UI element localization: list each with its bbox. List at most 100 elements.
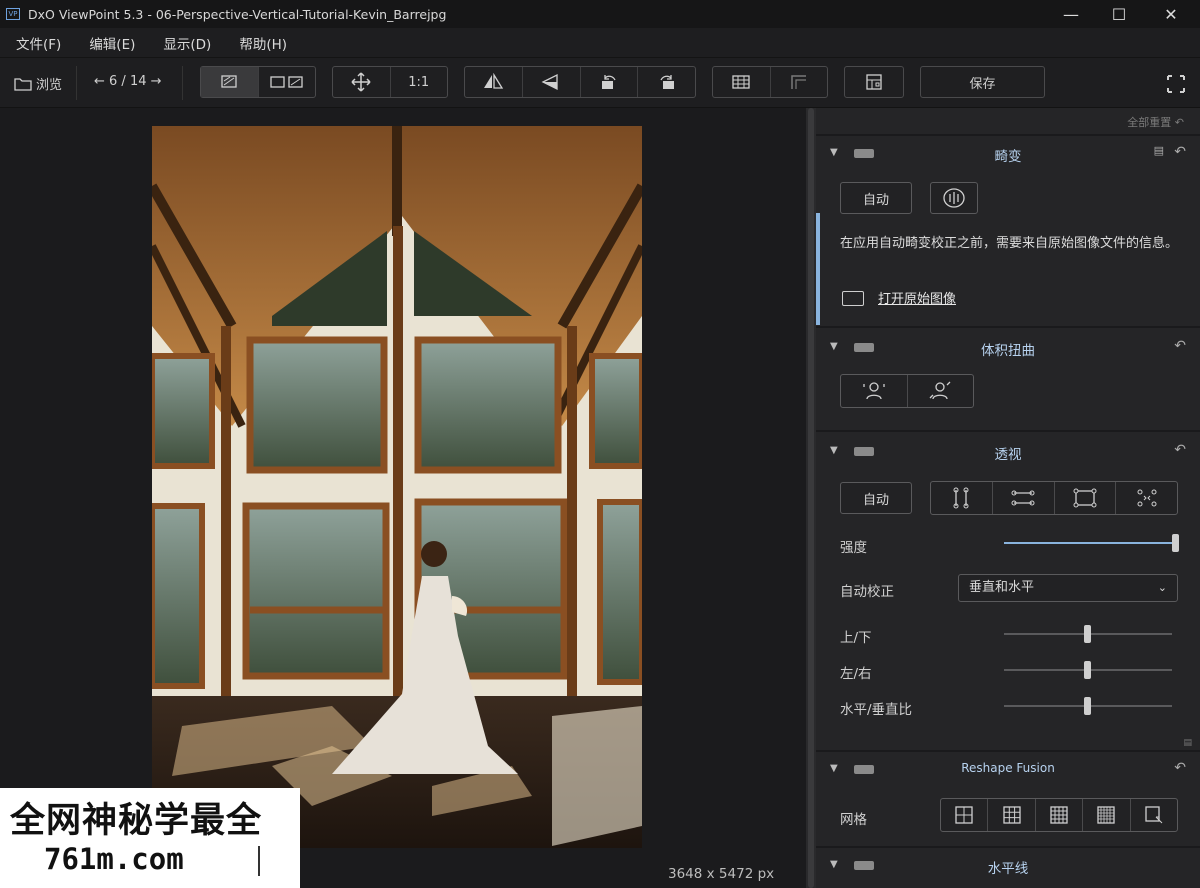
menu-help[interactable]: 帮助(H) <box>239 33 287 53</box>
section-reshape-header[interactable]: ▼ Reshape Fusion ↶ <box>816 754 1200 786</box>
zoom-1to1-button[interactable]: 1:1 <box>391 67 448 97</box>
horizontal-slider-knob[interactable] <box>1084 661 1091 679</box>
section-title-horizon: 水平线 <box>987 861 1029 877</box>
grid-2x2-icon <box>955 806 973 824</box>
split-view-icon <box>270 76 303 88</box>
rotate-left-button[interactable] <box>581 67 639 97</box>
perspective-auto-button[interactable]: 自动 <box>840 482 912 514</box>
close-button[interactable]: ✕ <box>1146 0 1196 28</box>
browse-button[interactable]: 浏览 <box>14 74 62 93</box>
auto-correct-label: 自动校正 <box>840 584 894 600</box>
image-navigator[interactable]: ← 6 / 14 → <box>94 74 162 89</box>
perspective-horizontal-button[interactable] <box>993 482 1055 514</box>
rotate-right-button[interactable] <box>638 67 695 97</box>
section-volume-header[interactable]: ▼ 体积扭曲 ↶ <box>816 332 1200 364</box>
title-bar: VP DxO ViewPoint 5.3 - 06-Perspective-Ve… <box>0 0 1200 28</box>
menu-file[interactable]: 文件(F) <box>16 33 61 53</box>
section-horizon-header[interactable]: ▼ 水平线 <box>816 850 1200 882</box>
grid-label: 网格 <box>840 812 867 828</box>
grid-4x4-icon <box>1050 806 1068 824</box>
ratio-label: 水平/垂直比 <box>840 702 913 718</box>
perspective-eight-points-button[interactable] <box>1116 482 1177 514</box>
single-view-icon <box>221 75 237 88</box>
overlay-group <box>712 66 828 98</box>
distortion-info-box: 在应用自动畸变校正之前，需要来自原始图像文件的信息。 打开原始图像 <box>816 213 1200 325</box>
flip-horizontal-icon <box>484 73 504 89</box>
volume-mode-group <box>840 374 974 408</box>
chevron-down-icon: ⌄ <box>1157 581 1167 594</box>
grid-custom-button[interactable] <box>1131 799 1177 831</box>
flip-vertical-icon <box>541 73 558 91</box>
section-distortion-header[interactable]: ▼ 畸变 ▤ ↶ <box>816 138 1200 170</box>
window-title: DxO ViewPoint 5.3 - 06-Perspective-Verti… <box>28 6 447 22</box>
toolbar: 浏览 ← 6 / 14 → 1:1 保存 <box>0 58 1200 108</box>
open-original-link[interactable]: 打开原始图像 <box>878 288 956 307</box>
panel-scrollbar[interactable] <box>806 108 816 888</box>
section-reset-icon[interactable]: ↶ <box>1174 760 1186 776</box>
transform-group <box>464 66 696 98</box>
strength-slider-knob[interactable] <box>1172 534 1179 552</box>
split-view-button[interactable] <box>259 67 316 97</box>
resize-handle-icon[interactable]: ▤ <box>1183 738 1192 748</box>
section-reset-icon[interactable]: ↶ <box>1174 442 1186 458</box>
rectangle-points-icon <box>1073 488 1097 508</box>
reset-all-button[interactable]: 全部重置 ↶ <box>1127 114 1184 130</box>
open-folder-icon[interactable] <box>842 291 864 306</box>
crop-corner-icon <box>791 75 806 89</box>
crop-overlay-button[interactable] <box>771 67 828 97</box>
before-after-button[interactable] <box>845 67 903 97</box>
browse-label: 浏览 <box>36 78 63 93</box>
ratio-slider-knob[interactable] <box>1084 697 1091 715</box>
auto-correct-value: 垂直和水平 <box>969 580 1035 595</box>
lens-profile-button[interactable] <box>930 182 978 214</box>
menu-view[interactable]: 显示(D) <box>163 33 211 53</box>
volume-diagonal-button[interactable] <box>908 375 974 407</box>
grid-size-group <box>940 798 1178 832</box>
maximize-button[interactable]: ☐ <box>1094 0 1144 28</box>
single-view-button[interactable] <box>201 67 259 97</box>
grid-fine-button[interactable] <box>1083 799 1131 831</box>
compare-group <box>844 66 904 98</box>
section-reset-icon[interactable]: ↶ <box>1174 338 1186 354</box>
distortion-info-message: 在应用自动畸变校正之前，需要来自原始图像文件的信息。 <box>840 236 1179 251</box>
horizontal-label: 左/右 <box>840 666 872 682</box>
save-button[interactable]: 保存 <box>921 67 1044 97</box>
correction-panel: 全部重置 ↶ ▼ 畸变 ▤ ↶ 自动 在应用自动畸变校正之前，需要来自原始图像文… <box>816 108 1200 888</box>
vertical-slider-knob[interactable] <box>1084 625 1091 643</box>
fullscreen-icon[interactable] <box>1166 74 1186 98</box>
grid-2x2-button[interactable] <box>941 799 989 831</box>
section-title-perspective: 透视 <box>994 447 1022 463</box>
preset-icon[interactable]: ▤ <box>1154 144 1164 157</box>
grid-3x3-button[interactable] <box>988 799 1036 831</box>
volume-cylindrical-button[interactable] <box>841 375 908 407</box>
menu-edit[interactable]: 编辑(E) <box>89 33 135 53</box>
minimize-button[interactable]: — <box>1046 0 1096 28</box>
distortion-auto-button[interactable]: 自动 <box>840 182 912 214</box>
person-center-icon <box>863 382 885 400</box>
perspective-rectangle-button[interactable] <box>1055 482 1117 514</box>
grid-overlay-button[interactable] <box>713 67 771 97</box>
flip-horizontal-button[interactable] <box>465 67 523 97</box>
reset-all-label: 全部重置 <box>1127 116 1172 129</box>
move-tool-button[interactable] <box>333 67 391 97</box>
menu-bar: 文件(F) 编辑(E) 显示(D) 帮助(H) <box>0 28 1200 58</box>
vertical-label: 上/下 <box>840 630 872 646</box>
rotate-right-icon <box>660 75 674 89</box>
flip-vertical-button[interactable] <box>523 67 581 97</box>
auto-correct-select[interactable]: 垂直和水平 ⌄ <box>958 574 1178 602</box>
section-reset-icon[interactable]: ↶ <box>1174 144 1186 160</box>
lens-icon <box>943 188 965 208</box>
perspective-vertical-button[interactable] <box>931 482 993 514</box>
person-corner-icon <box>929 381 951 400</box>
folder-icon <box>14 77 32 91</box>
app-logo-icon: VP <box>6 8 20 20</box>
perspective-mode-group <box>930 481 1178 515</box>
strength-label: 强度 <box>840 540 867 556</box>
section-title-reshape: Reshape Fusion <box>961 761 1055 775</box>
grid-4x4-button[interactable] <box>1036 799 1084 831</box>
compare-mode-group <box>200 66 316 98</box>
before-after-icon <box>866 74 882 90</box>
photo-preview <box>152 126 642 848</box>
section-perspective-header[interactable]: ▼ 透视 ↶ <box>816 436 1200 468</box>
section-title-distortion: 畸变 <box>994 149 1022 165</box>
